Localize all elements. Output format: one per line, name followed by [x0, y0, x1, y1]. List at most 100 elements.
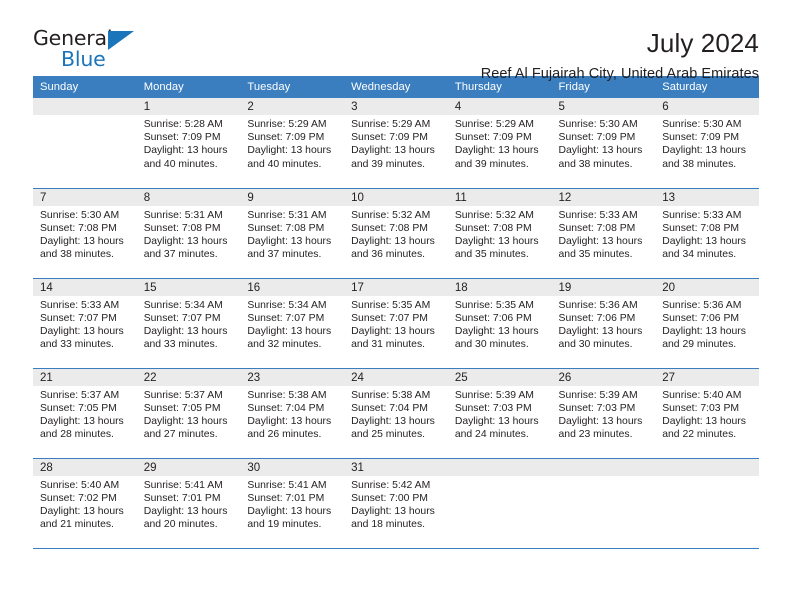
daylight-text-line2: and 39 minutes. — [351, 158, 426, 170]
daylight-text-line2: and 37 minutes. — [247, 249, 322, 261]
calendar-day-cell[interactable]: 19 Sunrise: 5:36 AM Sunset: 7:06 PM Dayligh… — [551, 278, 656, 369]
calendar-day-cell[interactable]: 15 Sunrise: 5:34 AM Sunset: 7:07 PM Dayligh… — [136, 278, 241, 369]
day-number: 7 — [33, 188, 137, 206]
calendar-day-cell[interactable]: 20 Sunrise: 5:36 AM Sunset: 7:06 PM Dayligh… — [655, 278, 759, 369]
calendar-day-cell[interactable]: 13 Sunrise: 5:33 AM Sunset: 7:08 PM Dayligh… — [655, 188, 759, 279]
calendar-week-row: 14 Sunrise: 5:33 AM Sunset: 7:07 PM Dayligh… — [33, 278, 759, 369]
day-details: Sunrise: 5:37 AM Sunset: 7:05 PM Daylight:… — [33, 386, 137, 442]
calendar-day-cell-empty — [447, 458, 552, 549]
calendar-day-cell[interactable]: 26 Sunrise: 5:39 AM Sunset: 7:03 PM Dayligh… — [551, 368, 656, 459]
daylight-text-line2: and 29 minutes. — [662, 339, 737, 351]
day-number: 5 — [551, 98, 656, 115]
daylight-text-line1: Daylight: 13 hours — [558, 235, 643, 247]
sunrise-text: Sunrise: 5:38 AM — [351, 389, 431, 401]
daylight-text-line1: Daylight: 13 hours — [558, 145, 643, 157]
sunrise-text: Sunrise: 5:39 AM — [558, 389, 638, 401]
day-details: Sunrise: 5:32 AM Sunset: 7:08 PM Daylight:… — [448, 206, 552, 262]
sunrise-text: Sunrise: 5:36 AM — [662, 299, 742, 311]
day-number: 24 — [344, 368, 448, 386]
sunrise-text: Sunrise: 5:31 AM — [247, 209, 327, 221]
daylight-text-line2: and 37 minutes. — [143, 249, 218, 261]
calendar-day-cell[interactable]: 22 Sunrise: 5:37 AM Sunset: 7:05 PM Dayligh… — [136, 368, 241, 459]
day-details: Sunrise: 5:30 AM Sunset: 7:09 PM Daylight:… — [552, 115, 656, 171]
title-block: July 2024 Reef Al Fujairah City, United … — [481, 28, 759, 82]
day-number: 20 — [655, 278, 759, 296]
triangle-logo-icon — [108, 31, 134, 50]
calendar-table: Sunday Monday Tuesday Wednesday Thursday… — [33, 76, 759, 549]
calendar-day-cell[interactable]: 4 Sunrise: 5:29 AM Sunset: 7:09 PM Daylight… — [447, 98, 552, 189]
daylight-text-line1: Daylight: 13 hours — [143, 145, 228, 157]
calendar-day-cell[interactable]: 29 Sunrise: 5:41 AM Sunset: 7:01 PM Dayligh… — [136, 458, 241, 549]
day-details: Sunrise: 5:37 AM Sunset: 7:05 PM Daylight:… — [137, 386, 241, 442]
sunset-text: Sunset: 7:06 PM — [558, 312, 636, 324]
sunset-text: Sunset: 7:03 PM — [662, 402, 740, 414]
day-number: 17 — [344, 278, 448, 296]
calendar-day-cell[interactable]: 6 Sunrise: 5:30 AM Sunset: 7:09 PM Daylight… — [655, 98, 759, 189]
sunset-text: Sunset: 7:04 PM — [247, 402, 325, 414]
daylight-text-line1: Daylight: 13 hours — [351, 145, 435, 157]
daylight-text-line1: Daylight: 13 hours — [247, 415, 332, 427]
sunrise-text: Sunrise: 5:40 AM — [662, 389, 742, 401]
page-header: General Blue July 2024 Reef Al Fujairah … — [0, 0, 792, 82]
sunrise-text: Sunrise: 5:39 AM — [454, 389, 534, 401]
calendar-day-cell[interactable]: 23 Sunrise: 5:38 AM Sunset: 7:04 PM Dayligh… — [240, 368, 345, 459]
daylight-text-line2: and 38 minutes. — [662, 158, 737, 170]
calendar-day-cell[interactable]: 27 Sunrise: 5:40 AM Sunset: 7:03 PM Dayligh… — [655, 368, 759, 459]
daylight-text-line1: Daylight: 13 hours — [143, 505, 228, 517]
calendar-day-cell[interactable]: 16 Sunrise: 5:34 AM Sunset: 7:07 PM Dayligh… — [240, 278, 345, 369]
page-subtitle: Reef Al Fujairah City, United Arab Emira… — [480, 66, 759, 83]
day-details: Sunrise: 5:31 AM Sunset: 7:08 PM Daylight:… — [137, 206, 241, 262]
calendar-day-cell[interactable]: 1 Sunrise: 5:28 AM Sunset: 7:09 PM Daylight… — [136, 98, 241, 189]
sunrise-text: Sunrise: 5:42 AM — [351, 479, 431, 491]
calendar-day-cell[interactable]: 9 Sunrise: 5:31 AM Sunset: 7:08 PM Daylight… — [240, 188, 345, 279]
daylight-text-line1: Daylight: 13 hours — [662, 235, 746, 247]
sunset-text: Sunset: 7:09 PM — [143, 132, 221, 144]
calendar-day-cell[interactable]: 2 Sunrise: 5:29 AM Sunset: 7:09 PM Daylight… — [240, 98, 345, 189]
daylight-text-line1: Daylight: 13 hours — [662, 415, 746, 427]
day-number: 3 — [344, 98, 448, 115]
calendar-day-cell[interactable]: 31 Sunrise: 5:42 AM Sunset: 7:00 PM Dayligh… — [344, 458, 448, 549]
sunset-text: Sunset: 7:08 PM — [558, 222, 636, 234]
sunset-text: Sunset: 7:07 PM — [247, 312, 325, 324]
calendar-day-cell[interactable]: 11 Sunrise: 5:32 AM Sunset: 7:08 PM Dayligh… — [447, 188, 552, 279]
day-details: Sunrise: 5:39 AM Sunset: 7:03 PM Daylight:… — [552, 386, 656, 442]
calendar-day-cell[interactable]: 3 Sunrise: 5:29 AM Sunset: 7:09 PM Daylight… — [344, 98, 448, 189]
calendar-day-cell[interactable]: 8 Sunrise: 5:31 AM Sunset: 7:08 PM Daylight… — [136, 188, 241, 279]
daylight-text-line1: Daylight: 13 hours — [40, 505, 124, 517]
daylight-text-line1: Daylight: 13 hours — [247, 325, 332, 337]
day-details: Sunrise: 5:30 AM Sunset: 7:08 PM Daylight:… — [33, 206, 137, 262]
sunrise-text: Sunrise: 5:33 AM — [662, 209, 742, 221]
daylight-text-line2: and 40 minutes. — [247, 158, 322, 170]
calendar-day-cell[interactable]: 24 Sunrise: 5:38 AM Sunset: 7:04 PM Dayligh… — [344, 368, 448, 459]
day-details: Sunrise: 5:39 AM Sunset: 7:03 PM Daylight:… — [448, 386, 552, 442]
calendar-day-cell[interactable]: 28 Sunrise: 5:40 AM Sunset: 7:02 PM Dayligh… — [33, 458, 137, 549]
day-details: Sunrise: 5:33 AM Sunset: 7:08 PM Daylight:… — [655, 206, 759, 262]
calendar-day-cell[interactable]: 7 Sunrise: 5:30 AM Sunset: 7:08 PM Daylight… — [33, 188, 137, 279]
calendar-day-cell[interactable]: 10 Sunrise: 5:32 AM Sunset: 7:08 PM Dayligh… — [344, 188, 448, 279]
day-details: Sunrise: 5:33 AM Sunset: 7:08 PM Daylight:… — [552, 206, 656, 262]
sunset-text: Sunset: 7:03 PM — [558, 402, 636, 414]
calendar-day-cell[interactable]: 14 Sunrise: 5:33 AM Sunset: 7:07 PM Dayligh… — [33, 278, 137, 369]
day-number: 26 — [551, 368, 656, 386]
calendar-day-cell[interactable]: 5 Sunrise: 5:30 AM Sunset: 7:09 PM Daylight… — [551, 98, 656, 189]
day-number: 16 — [240, 278, 345, 296]
daylight-text-line2: and 33 minutes. — [143, 339, 218, 351]
daylight-text-line2: and 20 minutes. — [143, 519, 218, 531]
sunset-text: Sunset: 7:08 PM — [143, 222, 221, 234]
calendar-day-cell[interactable]: 17 Sunrise: 5:35 AM Sunset: 7:07 PM Dayligh… — [344, 278, 448, 369]
day-number: 27 — [655, 368, 759, 386]
daylight-text-line2: and 21 minutes. — [40, 519, 114, 531]
day-number: 8 — [136, 188, 241, 206]
daylight-text-line1: Daylight: 13 hours — [247, 145, 332, 157]
sunrise-text: Sunrise: 5:36 AM — [558, 299, 638, 311]
calendar-day-cell[interactable]: 25 Sunrise: 5:39 AM Sunset: 7:03 PM Dayligh… — [447, 368, 552, 459]
day-number: 13 — [655, 188, 759, 206]
calendar-day-cell[interactable]: 21 Sunrise: 5:37 AM Sunset: 7:05 PM Dayligh… — [33, 368, 137, 459]
calendar-day-cell[interactable]: 30 Sunrise: 5:41 AM Sunset: 7:01 PM Dayligh… — [240, 458, 345, 549]
sunset-text: Sunset: 7:05 PM — [143, 402, 221, 414]
day-number: 4 — [447, 98, 552, 115]
daylight-text-line1: Daylight: 13 hours — [454, 415, 539, 427]
calendar-day-cell[interactable]: 18 Sunrise: 5:35 AM Sunset: 7:06 PM Dayligh… — [447, 278, 552, 369]
calendar-day-cell[interactable]: 12 Sunrise: 5:33 AM Sunset: 7:08 PM Dayligh… — [551, 188, 656, 279]
day-details: Sunrise: 5:40 AM Sunset: 7:03 PM Daylight:… — [655, 386, 759, 442]
